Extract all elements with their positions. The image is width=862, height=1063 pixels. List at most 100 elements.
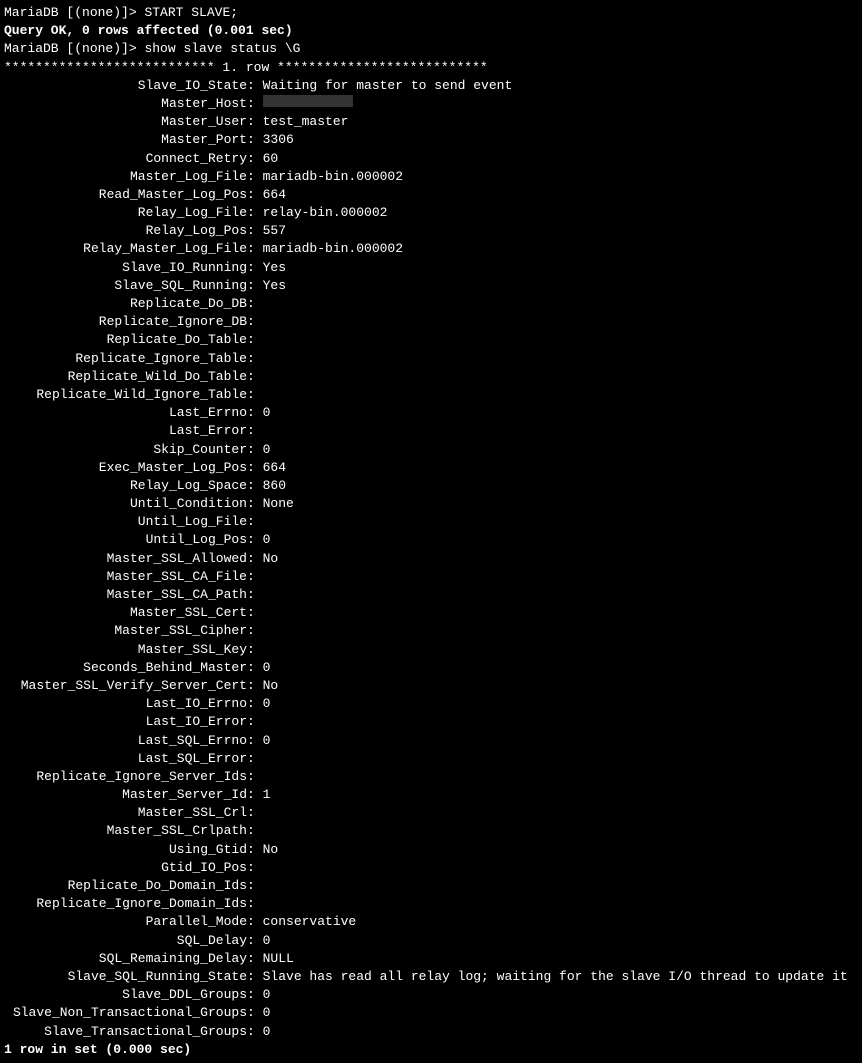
field-label: Slave_Transactional_Groups	[4, 1023, 247, 1041]
status-row: Master_SSL_Allowed: No	[4, 550, 858, 568]
separator: :	[247, 586, 263, 604]
status-row: Replicate_Do_Table:	[4, 331, 858, 349]
field-label: Relay_Log_File	[4, 204, 247, 222]
status-row: Master_SSL_CA_Path:	[4, 586, 858, 604]
separator: :	[247, 877, 263, 895]
status-row: Slave_Transactional_Groups: 0	[4, 1023, 858, 1041]
field-label: Last_Errno	[4, 404, 247, 422]
separator: :	[247, 968, 263, 986]
separator: :	[247, 459, 263, 477]
field-label: SQL_Remaining_Delay	[4, 950, 247, 968]
status-row: SQL_Remaining_Delay: NULL	[4, 950, 858, 968]
separator: :	[247, 350, 263, 368]
status-row: Relay_Master_Log_File: mariadb-bin.00000…	[4, 240, 858, 258]
field-value: 664	[263, 459, 286, 477]
field-value: NULL	[263, 950, 294, 968]
field-label: Master_SSL_Crl	[4, 804, 247, 822]
separator: :	[247, 150, 263, 168]
field-label: Until_Log_File	[4, 513, 247, 531]
separator: :	[247, 186, 263, 204]
status-row: Master_SSL_Cert:	[4, 604, 858, 622]
field-value: 0	[263, 932, 271, 950]
field-label: Seconds_Behind_Master	[4, 659, 247, 677]
status-row: Last_SQL_Error:	[4, 750, 858, 768]
status-row: Last_IO_Errno: 0	[4, 695, 858, 713]
status-row: Seconds_Behind_Master: 0	[4, 659, 858, 677]
status-row: Master_SSL_Verify_Server_Cert: No	[4, 677, 858, 695]
field-value: 1	[263, 786, 271, 804]
field-label: Exec_Master_Log_Pos	[4, 459, 247, 477]
field-label: Master_Port	[4, 131, 247, 149]
field-value: 3306	[263, 131, 294, 149]
status-row: Slave_SQL_Running: Yes	[4, 277, 858, 295]
field-label: Master_Server_Id	[4, 786, 247, 804]
status-row: Replicate_Do_Domain_Ids:	[4, 877, 858, 895]
field-value: 0	[263, 659, 271, 677]
separator: :	[247, 513, 263, 531]
field-value: 860	[263, 477, 286, 495]
status-row: Last_Errno: 0	[4, 404, 858, 422]
field-label: Last_IO_Error	[4, 713, 247, 731]
field-label: Slave_IO_Running	[4, 259, 247, 277]
status-row: SQL_Delay: 0	[4, 932, 858, 950]
status-row: Last_IO_Error:	[4, 713, 858, 731]
separator: :	[247, 259, 263, 277]
field-label: Until_Condition	[4, 495, 247, 513]
separator: :	[247, 550, 263, 568]
separator: :	[247, 295, 263, 313]
separator: :	[247, 750, 263, 768]
field-value: mariadb-bin.000002	[263, 168, 403, 186]
separator: :	[247, 313, 263, 331]
status-row: Replicate_Wild_Do_Table:	[4, 368, 858, 386]
separator: :	[247, 1004, 263, 1022]
separator: :	[247, 932, 263, 950]
field-value: mariadb-bin.000002	[263, 240, 403, 258]
status-row: Slave_IO_State: Waiting for master to se…	[4, 77, 858, 95]
field-value: No	[263, 677, 279, 695]
status-row: Until_Log_File:	[4, 513, 858, 531]
status-row: Master_Server_Id: 1	[4, 786, 858, 804]
field-label: Replicate_Wild_Ignore_Table	[4, 386, 247, 404]
status-row: Slave_DDL_Groups: 0	[4, 986, 858, 1004]
field-label: Master_Host	[4, 95, 247, 113]
separator: :	[247, 277, 263, 295]
field-label: Master_SSL_Verify_Server_Cert	[4, 677, 247, 695]
field-label: Relay_Log_Space	[4, 477, 247, 495]
field-value: 0	[263, 695, 271, 713]
field-label: Master_SSL_Crlpath	[4, 822, 247, 840]
separator: :	[247, 131, 263, 149]
separator: :	[247, 768, 263, 786]
status-row: Parallel_Mode: conservative	[4, 913, 858, 931]
field-label: Last_SQL_Error	[4, 750, 247, 768]
status-row: Replicate_Ignore_Table:	[4, 350, 858, 368]
field-label: Relay_Log_Pos	[4, 222, 247, 240]
status-row: Exec_Master_Log_Pos: 664	[4, 459, 858, 477]
field-value: 557	[263, 222, 286, 240]
field-value: conservative	[263, 913, 357, 931]
separator: :	[247, 95, 263, 113]
command-1: START SLAVE;	[144, 5, 238, 20]
status-row: Master_Port: 3306	[4, 131, 858, 149]
separator: :	[247, 677, 263, 695]
separator: :	[247, 495, 263, 513]
redacted-value	[263, 95, 353, 107]
field-label: Replicate_Ignore_DB	[4, 313, 247, 331]
field-label: Replicate_Do_Table	[4, 331, 247, 349]
field-label: Replicate_Wild_Do_Table	[4, 368, 247, 386]
status-row: Master_SSL_Crlpath:	[4, 822, 858, 840]
status-row: Until_Log_Pos: 0	[4, 531, 858, 549]
footer-line: 1 row in set (0.000 sec)	[4, 1041, 858, 1059]
field-label: Last_IO_Errno	[4, 695, 247, 713]
field-value: 0	[263, 441, 271, 459]
prompt-1: MariaDB [(none)]>	[4, 5, 144, 20]
field-label: SQL_Delay	[4, 932, 247, 950]
field-value: 664	[263, 186, 286, 204]
field-label: Master_SSL_Key	[4, 641, 247, 659]
field-value: 0	[263, 531, 271, 549]
field-value: 0	[263, 986, 271, 1004]
separator: :	[247, 168, 263, 186]
prompt-2: MariaDB [(none)]>	[4, 41, 144, 56]
result-line-1: Query OK, 0 rows affected (0.001 sec)	[4, 22, 858, 40]
separator: :	[247, 786, 263, 804]
separator: :	[247, 222, 263, 240]
